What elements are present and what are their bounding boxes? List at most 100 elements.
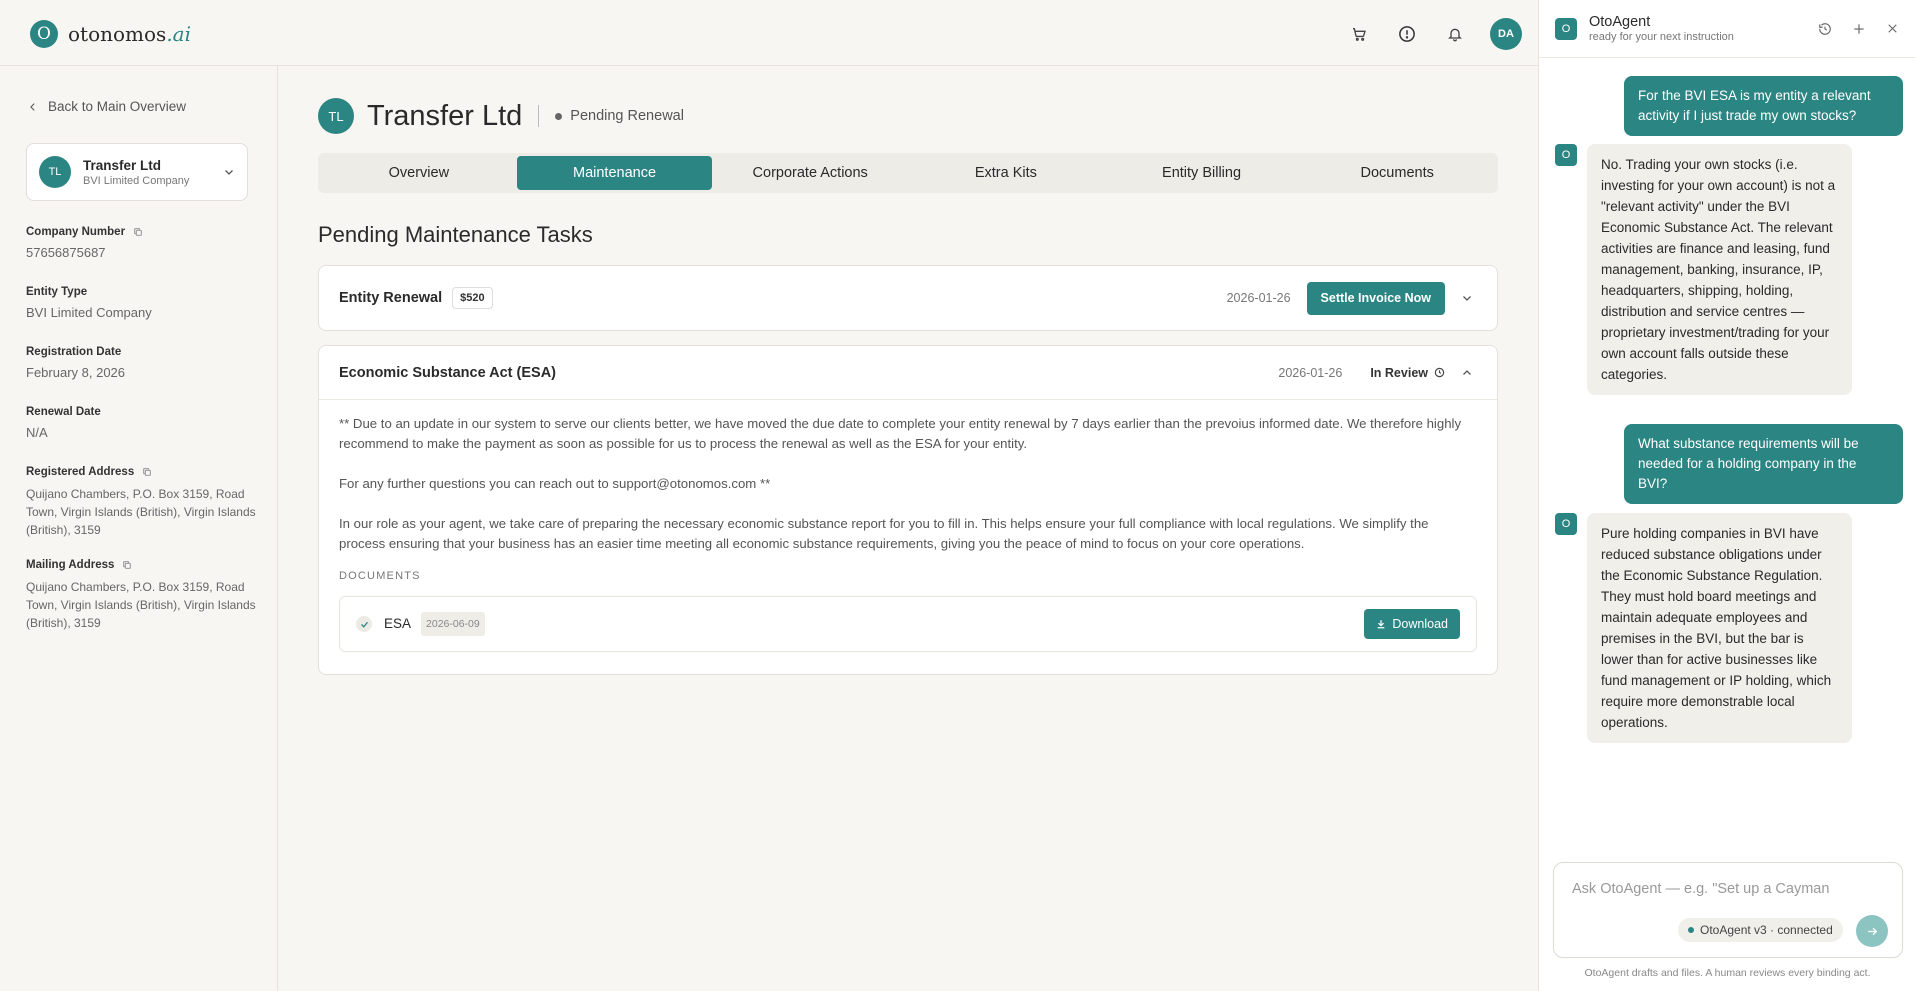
logo-text: otonomos.ai	[68, 22, 191, 46]
chevron-up-icon[interactable]	[1461, 367, 1473, 379]
document-name: ESA	[384, 616, 412, 631]
chevron-left-icon	[30, 102, 35, 111]
company-number-label: Company Number	[26, 226, 126, 238]
chat-header-actions	[1818, 22, 1899, 36]
entity-header: TL Transfer Ltd Pending Renewal	[318, 98, 684, 134]
review-status-badge: In Review	[1370, 366, 1445, 380]
copy-icon[interactable]	[122, 560, 132, 570]
task-title: Entity Renewal	[339, 290, 443, 306]
chevron-down-icon	[225, 170, 233, 175]
entity-header-avatar: TL	[318, 98, 354, 134]
chat-title: OtoAgent	[1589, 14, 1651, 30]
back-link-label: Back to Main Overview	[48, 99, 187, 114]
price-badge: $520	[452, 287, 493, 309]
task-header[interactable]: Entity Renewal $520 2026-01-26 Settle In…	[319, 266, 1497, 330]
company-number-field: Company Number 57656875687	[26, 226, 256, 260]
chat-disclaimer: OtoAgent drafts and files. A human revie…	[1584, 967, 1871, 979]
bot-message: O No. Trading your own stocks (i.e. inve…	[1555, 144, 1852, 395]
entity-names: Transfer Ltd BVI Limited Company	[83, 158, 223, 187]
chat-input-box[interactable]: Ask OtoAgent — e.g. "Set up a Cayman Oto…	[1553, 862, 1903, 958]
tab-corporate-actions[interactable]: Corporate Actions	[712, 156, 908, 190]
header-divider	[538, 105, 540, 127]
entity-type-value: BVI Limited Company	[26, 305, 152, 320]
registration-date-field: Registration Date February 8, 2026	[26, 346, 256, 380]
renewal-date-field: Renewal Date N/A	[26, 406, 256, 440]
plus-icon[interactable]	[1852, 22, 1866, 36]
otoagent-chat-panel: O OtoAgent ready for your next instructi…	[1538, 0, 1915, 991]
cart-icon[interactable]	[1346, 21, 1372, 47]
task-title: Economic Substance Act (ESA)	[339, 364, 557, 381]
logo-name: otonomos	[68, 22, 167, 46]
chat-titles: OtoAgent ready for your next instruction	[1589, 14, 1818, 43]
entity-type-field: Entity Type BVI Limited Company	[26, 286, 256, 320]
back-to-overview-link[interactable]: Back to Main Overview	[28, 99, 186, 114]
logo-suffix: .ai	[166, 22, 191, 46]
task-body: ** Due to an update in our system to ser…	[319, 400, 1497, 666]
esa-contact-paragraph: For any further questions you can reach …	[339, 476, 771, 491]
tab-overview[interactable]: Overview	[321, 156, 517, 190]
chat-input-placeholder[interactable]: Ask OtoAgent — e.g. "Set up a Cayman	[1572, 881, 1887, 897]
logo-mark: O	[30, 20, 58, 48]
tab-extra-kits[interactable]: Extra Kits	[908, 156, 1104, 190]
entity-switcher[interactable]: TL Transfer Ltd BVI Limited Company	[26, 143, 248, 201]
main-content: TL Transfer Ltd Pending Renewal Overview…	[278, 66, 1538, 991]
tab-entity-billing[interactable]: Entity Billing	[1104, 156, 1300, 190]
status-dot-icon	[555, 112, 563, 120]
registration-date-label: Registration Date	[26, 346, 122, 358]
registered-address-field: Registered Address Quijano Chambers, P.O…	[26, 466, 256, 539]
bot-message: O Pure holding companies in BVI have red…	[1555, 513, 1852, 743]
user-message: For the BVI ESA is my entity a relevant …	[1624, 76, 1903, 136]
task-header[interactable]: Economic Substance Act (ESA) 2026-01-26 …	[319, 346, 1497, 400]
renewal-date-value: N/A	[26, 425, 48, 440]
download-icon	[1378, 620, 1385, 629]
field-label: Registered Address	[26, 466, 256, 478]
download-button[interactable]: Download	[1364, 609, 1460, 639]
logo[interactable]: O otonomos.ai	[30, 20, 191, 48]
top-actions: DA	[1346, 18, 1522, 50]
otoagent-avatar: O	[1555, 144, 1577, 166]
bot-message-bubble: Pure holding companies in BVI have reduc…	[1587, 513, 1852, 743]
user-avatar[interactable]: DA	[1490, 18, 1522, 50]
otoagent-logo: O	[1555, 17, 1577, 40]
otoagent-avatar: O	[1555, 513, 1577, 535]
tab-documents[interactable]: Documents	[1299, 156, 1495, 190]
mailing-address-value: Quijano Chambers, P.O. Box 3159, Road To…	[26, 580, 256, 630]
bell-icon[interactable]	[1442, 21, 1468, 47]
tab-maintenance[interactable]: Maintenance	[516, 156, 713, 190]
registered-address-value: Quijano Chambers, P.O. Box 3159, Road To…	[26, 487, 256, 537]
alert-circle-icon[interactable]	[1394, 21, 1420, 47]
send-button[interactable]	[1856, 915, 1888, 947]
chat-header: O OtoAgent ready for your next instructi…	[1539, 0, 1915, 58]
entity-sidebar: Back to Main Overview TL Transfer Ltd BV…	[0, 66, 278, 991]
document-row: ESA 2026-06-09 Download	[339, 596, 1477, 652]
connection-label: OtoAgent v3 · connected	[1700, 923, 1833, 937]
close-icon[interactable]	[1886, 22, 1899, 35]
entity-type-field-label: Entity Type	[26, 286, 88, 298]
entity-tabs: Overview Maintenance Corporate Actions E…	[318, 153, 1498, 193]
section-title: Pending Maintenance Tasks	[318, 222, 593, 247]
top-bar: O otonomos.ai DA	[0, 0, 1538, 66]
copy-icon[interactable]	[142, 467, 152, 477]
page-title: Transfer Ltd	[367, 99, 523, 132]
settle-invoice-button[interactable]: Settle Invoice Now	[1306, 281, 1445, 315]
entity-type-label: BVI Limited Company	[83, 174, 190, 187]
check-icon	[356, 616, 372, 632]
field-label: Company Number	[26, 226, 256, 238]
copy-icon[interactable]	[133, 227, 143, 237]
chat-subtitle: ready for your next instruction	[1589, 31, 1734, 43]
history-icon[interactable]	[1818, 22, 1832, 36]
field-label: Mailing Address	[26, 559, 256, 571]
arrow-right-icon	[1867, 927, 1877, 935]
task-card-entity-renewal: Entity Renewal $520 2026-01-26 Settle In…	[318, 265, 1498, 331]
renewal-date-label: Renewal Date	[26, 406, 101, 418]
connection-dot-icon	[1688, 927, 1694, 933]
connection-badge: OtoAgent v3 · connected	[1678, 918, 1843, 942]
bot-message-bubble: No. Trading your own stocks (i.e. invest…	[1587, 144, 1852, 395]
entity-name: Transfer Ltd	[83, 157, 162, 173]
download-label: Download	[1392, 617, 1448, 631]
company-number-value: 57656875687	[26, 245, 106, 260]
clock-icon	[1434, 367, 1445, 378]
esa-description-paragraph: In our role as your agent, we take care …	[339, 516, 1429, 551]
task-due-date: 2026-01-26	[1278, 365, 1343, 380]
chevron-down-icon[interactable]	[1461, 292, 1473, 304]
